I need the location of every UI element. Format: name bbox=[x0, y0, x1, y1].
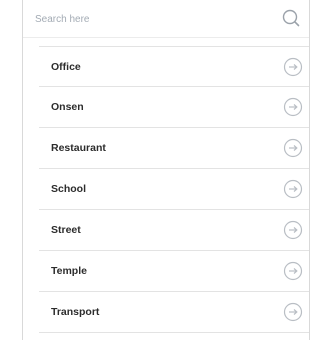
arrow-right-circle-icon[interactable] bbox=[283, 179, 303, 199]
list-item-temple[interactable]: Temple bbox=[39, 251, 309, 292]
arrow-right-circle-icon[interactable] bbox=[283, 138, 303, 158]
list-item-label: Office bbox=[51, 61, 81, 73]
arrow-right-circle-icon[interactable] bbox=[283, 261, 303, 281]
list-item-label: Temple bbox=[51, 265, 87, 277]
list-item-school[interactable]: School bbox=[39, 169, 309, 210]
category-list: Office Onsen Restaurant School Street Te… bbox=[39, 46, 309, 333]
list-item-label: Restaurant bbox=[51, 142, 106, 154]
search-input[interactable] bbox=[35, 11, 255, 27]
arrow-right-circle-icon[interactable] bbox=[283, 302, 303, 322]
list-item-street[interactable]: Street bbox=[39, 210, 309, 251]
list-item-onsen[interactable]: Onsen bbox=[39, 87, 309, 128]
arrow-right-circle-icon[interactable] bbox=[283, 220, 303, 240]
search-icon bbox=[282, 9, 300, 27]
list-item-label: Street bbox=[51, 224, 81, 236]
search-bar bbox=[23, 0, 309, 38]
list-item-transport[interactable]: Transport bbox=[39, 292, 309, 333]
list-item-office[interactable]: Office bbox=[39, 46, 309, 87]
arrow-right-circle-icon[interactable] bbox=[283, 57, 303, 77]
list-item-label: Onsen bbox=[51, 101, 84, 113]
search-button[interactable] bbox=[281, 8, 301, 28]
list-item-restaurant[interactable]: Restaurant bbox=[39, 128, 309, 169]
arrow-right-circle-icon[interactable] bbox=[283, 97, 303, 117]
list-item-label: Transport bbox=[51, 306, 100, 318]
list-item-label: School bbox=[51, 183, 87, 195]
category-panel: Office Onsen Restaurant School Street bbox=[22, 0, 310, 340]
